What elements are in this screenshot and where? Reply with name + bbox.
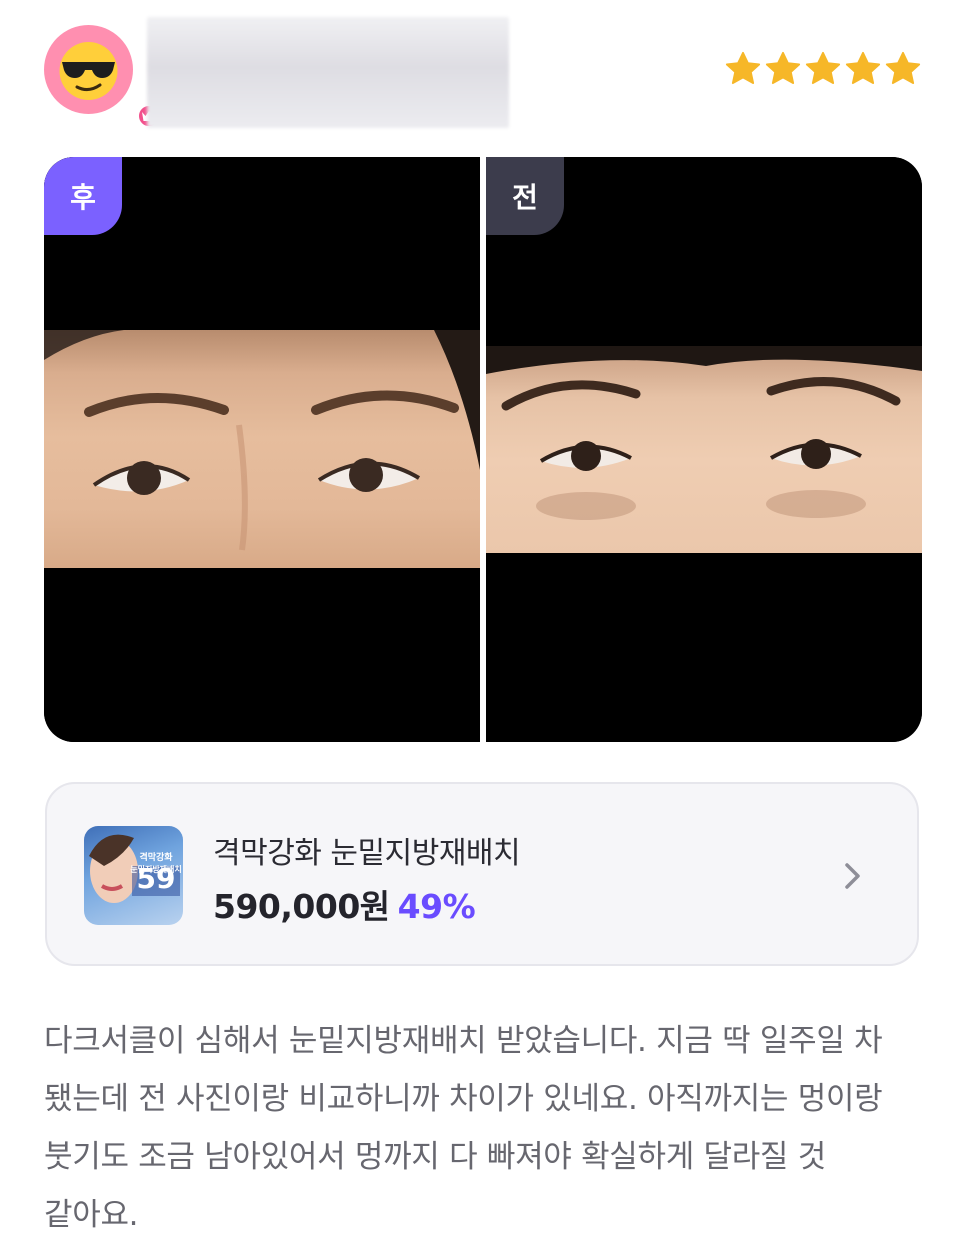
rating-stars xyxy=(724,50,922,90)
before-photo[interactable]: 전 xyxy=(486,157,922,742)
user-avatar[interactable] xyxy=(44,25,162,129)
star-icon xyxy=(885,51,921,85)
svg-text:격막강화: 격막강화 xyxy=(139,851,173,863)
after-photo[interactable]: 후 xyxy=(44,157,480,742)
username-blurred xyxy=(147,17,509,128)
sunglasses-emoji-icon xyxy=(59,42,118,100)
product-price: 590,000원 xyxy=(213,887,390,926)
before-label: 전 xyxy=(486,157,564,235)
svg-text:눈밑지방재배치: 눈밑지방재배치 xyxy=(130,864,182,874)
product-card[interactable]: 59 격막강화 눈밑지방재배치 격막강화 눈밑지방재배치 590,000원 49% xyxy=(45,782,919,966)
product-thumbnail: 59 격막강화 눈밑지방재배치 xyxy=(84,826,183,925)
after-face-image xyxy=(44,330,480,568)
chevron-right-icon[interactable] xyxy=(841,858,865,894)
star-icon xyxy=(845,51,881,85)
star-icon xyxy=(765,51,801,85)
before-face-image xyxy=(486,346,922,553)
star-icon xyxy=(805,51,841,85)
before-after-photos[interactable]: 후 전 xyxy=(44,157,922,742)
review-text: 다크서클이 심해서 눈밑지방재배치 받았습니다. 지금 딱 일주일 차 됐는데 … xyxy=(44,1023,883,1233)
product-price-row: 590,000원 49% xyxy=(213,880,476,928)
star-icon xyxy=(725,51,761,85)
product-discount: 49% xyxy=(397,887,476,926)
product-name: 격막강화 눈밑지방재배치 xyxy=(213,836,521,871)
after-label: 후 xyxy=(44,157,122,235)
